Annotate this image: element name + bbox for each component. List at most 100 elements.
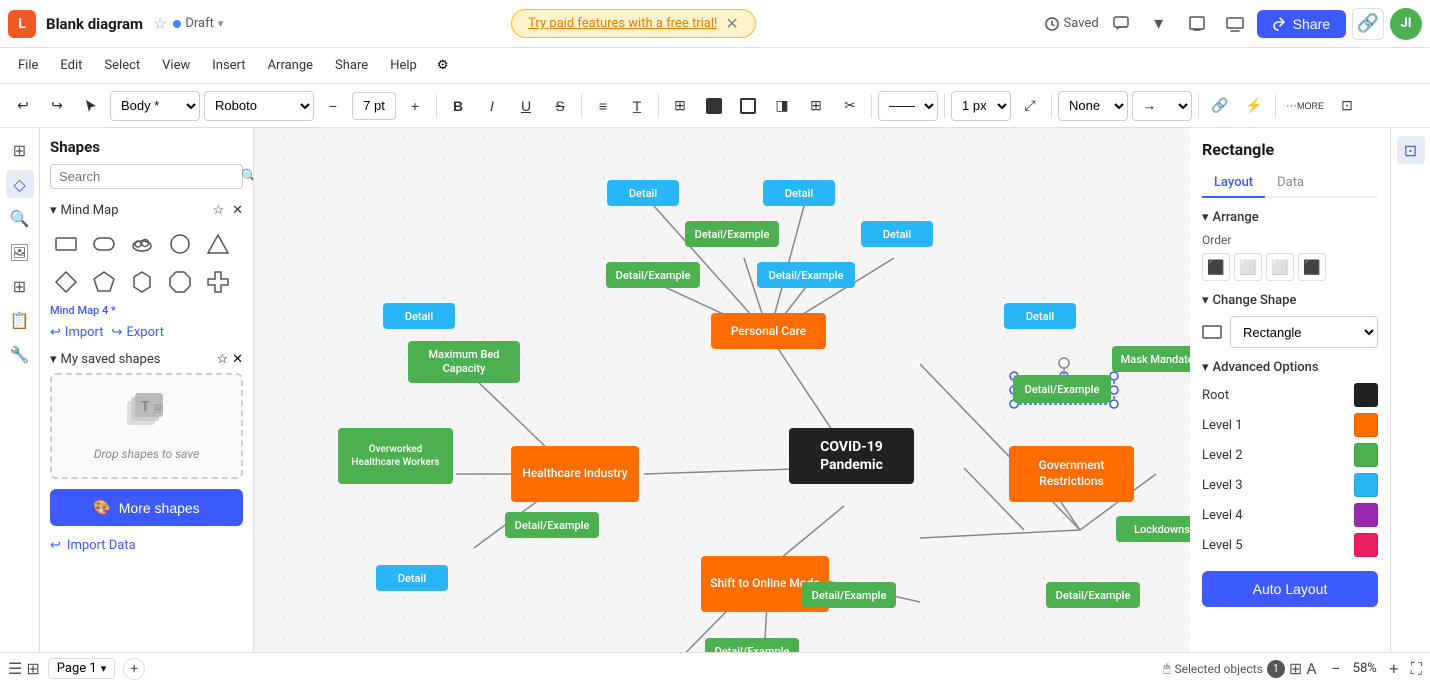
sidebar-plugin-icon[interactable]: 🔧 bbox=[6, 340, 34, 368]
node-mask-mandates[interactable]: Mask Mandates bbox=[1112, 346, 1190, 372]
bold-button[interactable]: B bbox=[443, 91, 473, 121]
font-size-increase-button[interactable]: + bbox=[400, 91, 430, 121]
arrange-header[interactable]: ▾ Arrange bbox=[1202, 210, 1378, 225]
zoom-in-button[interactable]: + bbox=[1383, 658, 1405, 680]
change-shape-header[interactable]: ▾ Change Shape bbox=[1202, 293, 1378, 308]
sidebar-home-icon[interactable]: ⊞ bbox=[6, 136, 34, 164]
chevron-down-icon-btn[interactable]: ▾ bbox=[1143, 8, 1175, 40]
more-shapes-button[interactable]: 🎨 More shapes bbox=[50, 489, 243, 526]
advanced-options-header[interactable]: ▾ Advanced Options bbox=[1202, 360, 1378, 375]
align-left-button[interactable]: ≡ bbox=[588, 91, 618, 121]
lightning-button[interactable]: ⚡ bbox=[1239, 91, 1269, 121]
level-root-color[interactable] bbox=[1354, 383, 1378, 407]
share-button[interactable]: Share bbox=[1257, 10, 1346, 38]
menu-select[interactable]: Select bbox=[94, 54, 150, 77]
node-lockdowns[interactable]: Lockdowns bbox=[1116, 516, 1190, 542]
cursor-tool-button[interactable] bbox=[76, 91, 106, 121]
level-4-color[interactable] bbox=[1354, 503, 1378, 527]
shape-cross[interactable] bbox=[202, 266, 234, 298]
node-detail-5[interactable]: Detail bbox=[1004, 303, 1076, 329]
zoom-out-button[interactable]: − bbox=[1325, 658, 1347, 680]
shape-type-select[interactable]: Rectangle bbox=[1230, 316, 1378, 348]
font-icon[interactable]: A bbox=[1306, 659, 1316, 678]
font-size-decrease-button[interactable]: − bbox=[318, 91, 348, 121]
mind-map-close-icon[interactable]: ✕ bbox=[232, 203, 243, 218]
shape-rounded-rect[interactable] bbox=[88, 228, 120, 260]
undo-button[interactable]: ↩ bbox=[8, 91, 38, 121]
send-to-back-button[interactable]: ⬛ bbox=[1298, 253, 1326, 281]
canvas-area[interactable]: COVID-19Pandemic Personal Care Healthcar… bbox=[254, 128, 1190, 684]
shadow-button[interactable]: ◨ bbox=[767, 91, 797, 121]
menu-view[interactable]: View bbox=[152, 54, 200, 77]
add-page-button[interactable]: + bbox=[123, 658, 145, 680]
line-weight-select[interactable]: 1 px bbox=[951, 91, 1011, 121]
auto-layout-button[interactable]: Auto Layout bbox=[1202, 571, 1378, 607]
page-tab[interactable]: Page 1 ▾ bbox=[48, 658, 115, 679]
stroke-color-button[interactable] bbox=[733, 91, 763, 121]
bring-forward-button[interactable]: ⬜ bbox=[1234, 253, 1262, 281]
node-detail-example-1[interactable]: Detail/Example bbox=[685, 221, 779, 247]
menu-edit[interactable]: Edit bbox=[50, 54, 92, 77]
menu-help[interactable]: Help bbox=[380, 54, 427, 77]
list-view-icon[interactable]: ☰ bbox=[8, 659, 22, 678]
search-input[interactable] bbox=[59, 169, 235, 184]
style-select[interactable]: Body * bbox=[110, 91, 200, 121]
right-panel-format-icon[interactable]: ⊡ bbox=[1397, 136, 1425, 164]
comment-icon-btn[interactable] bbox=[1105, 8, 1137, 40]
sidebar-table-icon[interactable]: ⊞ bbox=[6, 272, 34, 300]
panel-toggle-button[interactable]: ⊡ bbox=[1332, 91, 1362, 121]
more-button[interactable]: ···MORE bbox=[1282, 91, 1328, 121]
node-detail-4[interactable]: Detail bbox=[383, 303, 455, 329]
fill-color-button[interactable] bbox=[699, 91, 729, 121]
user-avatar[interactable]: JI bbox=[1390, 8, 1422, 40]
grid-view-icon[interactable]: ⊞ bbox=[26, 659, 39, 678]
node-government[interactable]: Government Restrictions bbox=[1009, 446, 1134, 502]
shape-octagon[interactable] bbox=[164, 266, 196, 298]
text-format-button[interactable]: T̲ bbox=[622, 91, 652, 121]
line-style-select[interactable]: —— bbox=[878, 91, 938, 121]
node-detail-example-6[interactable]: Detail/Example bbox=[1046, 582, 1140, 608]
italic-button[interactable]: I bbox=[477, 91, 507, 121]
node-max-bed[interactable]: Maximum Bed Capacity bbox=[408, 341, 520, 383]
node-personal-care[interactable]: Personal Care bbox=[711, 313, 826, 349]
node-detail-example-4[interactable]: Detail/Example bbox=[505, 512, 599, 538]
node-detail-6[interactable]: Detail bbox=[376, 565, 448, 591]
node-detail-1[interactable]: Detail bbox=[607, 180, 679, 206]
sidebar-search-icon[interactable]: 🔍 bbox=[6, 204, 34, 232]
underline-button[interactable]: U bbox=[511, 91, 541, 121]
shape-diamond[interactable] bbox=[50, 266, 82, 298]
menu-share[interactable]: Share bbox=[325, 54, 378, 77]
import-data-button[interactable]: ↩ Import Data bbox=[50, 534, 243, 557]
line-weight-icon[interactable]: ⤢ bbox=[1015, 91, 1045, 121]
favorite-icon[interactable]: ☆ bbox=[153, 14, 167, 33]
node-detail-example-5[interactable]: Detail/Example bbox=[802, 582, 896, 608]
node-overworked[interactable]: Overworked Healthcare Workers bbox=[338, 428, 453, 484]
end-style-select[interactable]: None bbox=[1058, 91, 1128, 121]
strikethrough-button[interactable]: S bbox=[545, 91, 575, 121]
node-root[interactable]: COVID-19Pandemic bbox=[789, 428, 914, 484]
level-2-color[interactable] bbox=[1354, 443, 1378, 467]
link-button[interactable]: 🔗 bbox=[1205, 91, 1235, 121]
sidebar-image-icon[interactable]: 🖼 bbox=[6, 238, 34, 266]
fullscreen-button[interactable]: ⛶ bbox=[1411, 659, 1422, 679]
app-logo[interactable]: L bbox=[8, 10, 36, 38]
tab-data[interactable]: Data bbox=[1265, 169, 1316, 198]
mind-map-star-icon[interactable]: ☆ bbox=[212, 203, 224, 218]
node-detail-3[interactable]: Detail bbox=[861, 221, 933, 247]
node-detail-example-3[interactable]: Detail/Example bbox=[757, 262, 855, 288]
arrow-end-select[interactable]: → bbox=[1132, 91, 1192, 121]
shape-pentagon[interactable] bbox=[88, 266, 120, 298]
crop-button[interactable]: ✂ bbox=[835, 91, 865, 121]
layer-icon[interactable]: ⊞ bbox=[1289, 659, 1302, 678]
my-saved-star-icon[interactable]: ☆ bbox=[216, 352, 228, 367]
tab-layout[interactable]: Layout bbox=[1202, 169, 1265, 198]
level-5-color[interactable] bbox=[1354, 533, 1378, 557]
shape-hexagon[interactable] bbox=[126, 266, 158, 298]
node-healthcare[interactable]: Healthcare Industry bbox=[511, 446, 639, 502]
node-detail-2[interactable]: Detail bbox=[763, 180, 835, 206]
export-button[interactable]: ↪ Export bbox=[112, 325, 164, 340]
present-icon-btn[interactable] bbox=[1181, 8, 1213, 40]
extensions-icon[interactable]: ⚙ bbox=[437, 58, 449, 73]
level-3-color[interactable] bbox=[1354, 473, 1378, 497]
screen-share-icon-btn[interactable] bbox=[1219, 8, 1251, 40]
